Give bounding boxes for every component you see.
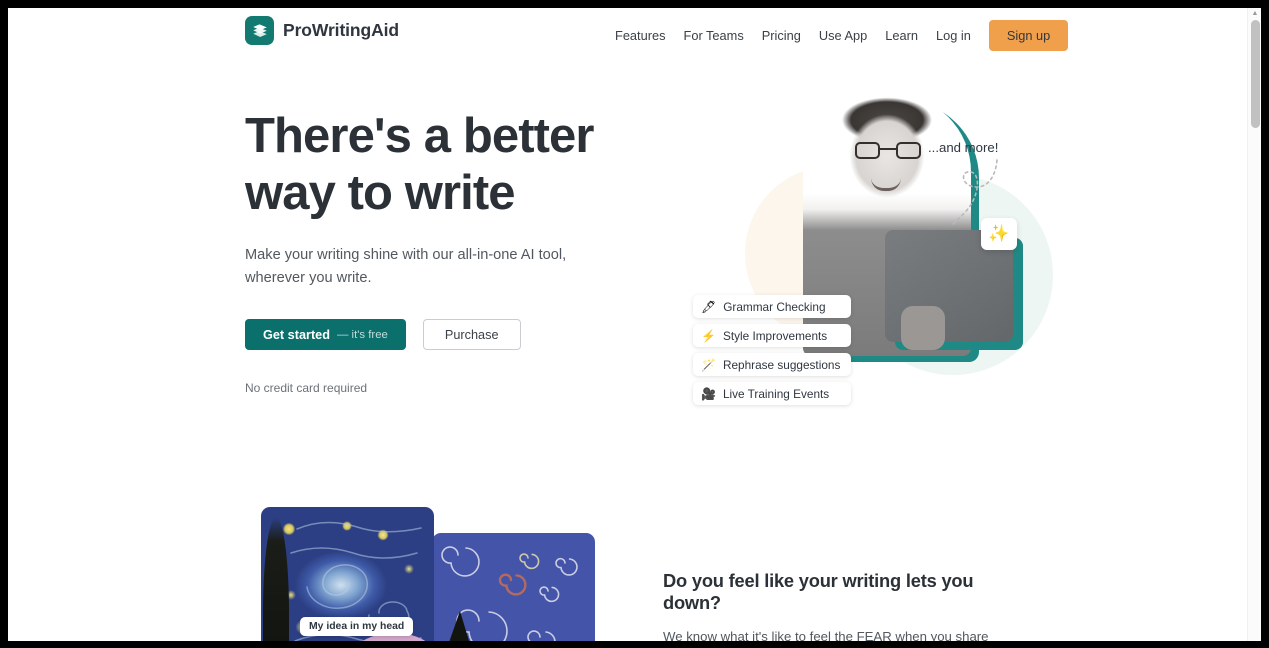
lower-section-heading: Do you feel like your writing lets you d…	[663, 570, 974, 613]
nav-item-features[interactable]: Features	[606, 22, 675, 49]
sign-up-button[interactable]: Sign up	[988, 20, 1069, 51]
feature-chip-grammar-checking: 🖋 Grammar Checking	[693, 295, 852, 318]
doodle-card	[432, 533, 595, 641]
scrollbar-thumb[interactable]	[1251, 20, 1260, 128]
magic-wand-icon: 🪄	[701, 357, 716, 372]
lightning-bolt-icon: ⚡	[701, 328, 716, 343]
feature-chip-label: Rephrase suggestions	[722, 357, 841, 372]
no-credit-card-disclaimer: No credit card required	[245, 381, 368, 395]
dotted-curved-arrow-icon	[950, 159, 998, 227]
get-started-label: Get started	[263, 327, 330, 342]
quill-pen-icon: 🖋	[701, 299, 717, 314]
get-started-button[interactable]: Get started — it's free	[245, 319, 406, 350]
film-camera-icon: 🎥	[701, 386, 716, 401]
feature-chip-live-training-events: 🎥 Live Training Events	[693, 382, 852, 405]
site-header: ProWritingAid Features For Teams Pricing…	[8, 8, 1247, 65]
hero-subtitle: Make your writing shine with our all-in-…	[245, 247, 567, 286]
and-more-label: ...and more!	[928, 140, 999, 155]
browser-viewport: ProWritingAid Features For Teams Pricing…	[8, 8, 1261, 641]
feature-chip-label: Grammar Checking	[723, 299, 826, 314]
feature-chip-list: 🖋 Grammar Checking ⚡ Style Improvements …	[693, 295, 852, 405]
nav-item-use-app[interactable]: Use App	[810, 22, 876, 49]
hero-copy-block: There's a better way to write Make your …	[245, 108, 635, 395]
brand-name-text: ProWritingAid	[283, 20, 400, 40]
feature-chip-label: Style Improvements	[722, 328, 828, 343]
nav-item-pricing[interactable]: Pricing	[753, 22, 810, 49]
glasses-icon	[855, 142, 921, 159]
book-logo-icon	[245, 16, 274, 45]
browser-window-frame: ProWritingAid Features For Teams Pricing…	[0, 0, 1269, 648]
writing-lets-you-down-section: My idea in my head Do you feel like your…	[8, 485, 1247, 641]
feature-chip-style-improvements: ⚡ Style Improvements	[693, 324, 852, 347]
smile-shape	[871, 178, 901, 191]
lower-copy-block: Do you feel like your writing lets you d…	[663, 570, 1023, 641]
hand-shape	[901, 306, 945, 350]
main-navigation: Features For Teams Pricing Use App Learn…	[606, 20, 1069, 51]
lower-section-paragraph: We know what it's like to feel the FEAR …	[663, 629, 989, 641]
brand-logo-link[interactable]: ProWritingAid	[245, 16, 399, 45]
nav-item-for-teams[interactable]: For Teams	[675, 22, 753, 49]
nav-item-log-in[interactable]: Log in	[927, 22, 980, 49]
webpage-content: ProWritingAid Features For Teams Pricing…	[8, 8, 1247, 641]
vertical-scrollbar[interactable]: ▲	[1247, 8, 1261, 641]
hero-section: There's a better way to write Make your …	[8, 65, 1247, 485]
artwork-comparison-group: My idea in my head	[245, 503, 605, 641]
feature-chip-rephrase-suggestions: 🪄 Rephrase suggestions	[693, 353, 852, 376]
get-started-note: — it's free	[336, 328, 388, 341]
artwork-caption-label: My idea in my head	[300, 617, 414, 636]
purchase-button[interactable]: Purchase	[422, 319, 521, 350]
hero-title: There's a better way to write	[245, 109, 594, 220]
feature-chip-label: Live Training Events	[722, 386, 830, 401]
nav-item-learn[interactable]: Learn	[876, 22, 927, 49]
scrollbar-up-arrow-icon[interactable]: ▲	[1251, 10, 1259, 18]
hero-illustration: ✨ ...and more! 🖋 Grammar Checking ⚡ Styl…	[663, 70, 1053, 460]
hero-cta-row: Get started — it's free Purchase	[245, 319, 635, 350]
